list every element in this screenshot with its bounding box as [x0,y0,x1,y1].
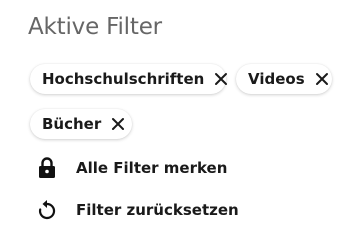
close-icon[interactable] [214,72,228,86]
active-filters-title: Aktive Filter [28,14,162,40]
filter-chip-buecher[interactable]: Bücher [30,109,132,139]
filter-chip-hochschulschriften[interactable]: Hochschulschriften [30,64,228,94]
filter-chip-label: Videos [248,70,305,88]
reset-filters-label: Filter zurücksetzen [76,201,239,219]
reset-icon [36,198,58,222]
filter-chip-label: Bücher [42,115,102,133]
filter-chip-videos[interactable]: Videos [236,64,332,94]
save-all-filters-label: Alle Filter merken [76,159,228,177]
save-all-filters-button[interactable]: Alle Filter merken [36,156,227,180]
active-filters-panel: Aktive Filter Hochschulschriften Videos … [0,0,362,248]
filter-chip-label: Hochschulschriften [42,70,205,88]
reset-filters-button[interactable]: Filter zurücksetzen [36,198,239,222]
close-icon[interactable] [315,72,329,86]
close-icon[interactable] [111,117,125,131]
lock-icon [36,156,58,180]
